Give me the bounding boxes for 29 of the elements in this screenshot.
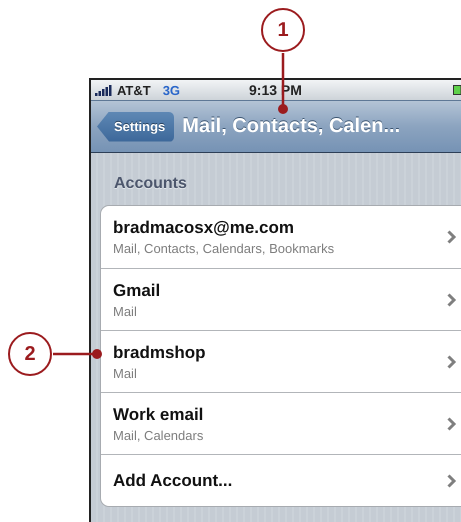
account-services: Mail, Contacts, Calendars, Bookmarks <box>113 241 336 256</box>
account-row[interactable]: Work email Mail, Calendars <box>101 392 461 454</box>
section-header: Accounts <box>113 175 188 194</box>
account-services: Mail <box>113 366 138 380</box>
account-services: Mail <box>113 304 138 318</box>
chevron-icon <box>447 292 456 306</box>
account-name: Gmail <box>113 280 162 300</box>
leader-line <box>53 349 103 359</box>
account-row[interactable]: bradmshop Mail <box>101 330 461 392</box>
signal-icon <box>95 84 113 96</box>
account-services: Mail, Calendars <box>113 428 204 442</box>
account-name: bradmshop <box>113 342 207 362</box>
account-row[interactable]: Gmail Mail <box>101 268 461 330</box>
network-type: 3G <box>162 82 180 98</box>
chevron-icon <box>447 416 456 430</box>
callout-badge: 2 <box>8 332 52 376</box>
nav-title: Mail, Contacts, Calen... <box>182 115 400 138</box>
chevron-icon <box>447 230 456 244</box>
account-row[interactable]: bradmacosx@me.com Mail, Contacts, Calendars, Bookmarks <box>101 206 461 268</box>
chevron-icon <box>447 474 456 488</box>
battery-icon <box>453 85 461 95</box>
carrier-name: AT&T <box>117 82 151 98</box>
back-button[interactable]: Settings <box>97 112 174 142</box>
chevron-icon <box>447 354 456 368</box>
account-name: Add Account... <box>113 470 234 490</box>
account-row[interactable]: Add Account... <box>101 454 461 506</box>
account-name: bradmacosx@me.com <box>113 218 295 238</box>
account-name: Work email <box>113 404 204 424</box>
callout-badge: 1 <box>261 8 305 52</box>
